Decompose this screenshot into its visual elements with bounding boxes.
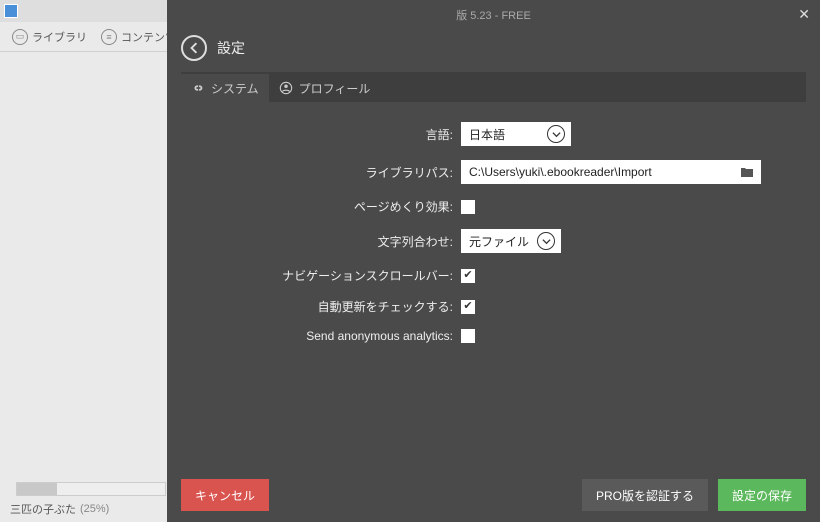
panel-body: 言語 日本語 ライブラリパス C:\Users\yuki\.ebookreade… [181,102,806,422]
toolbar-library-label: ライブラリ [32,29,87,45]
book-icon: ▭ [12,29,28,45]
cancel-label: キャンセル [195,487,255,504]
close-icon[interactable]: ✕ [798,6,810,23]
language-select[interactable]: 日本語 [461,122,571,146]
cancel-button[interactable]: キャンセル [181,479,269,511]
user-icon [279,81,293,95]
footer: キャンセル PRO版を認証する 設定の保存 [167,468,820,522]
label-page-flip: ページめくり効果 [211,198,461,215]
status-bar: 三匹の子ぶた (25%) [0,496,167,522]
overlay-header: 版 5.23 - FREE ✕ [167,0,820,30]
page-flip-checkbox[interactable] [461,200,475,214]
auth-pro-button[interactable]: PRO版を認証する [582,479,708,511]
label-language: 言語 [211,126,461,143]
tab-system[interactable]: システム [181,74,269,102]
chevron-down-icon [547,125,565,143]
save-label: 設定の保存 [732,487,792,504]
language-value: 日本語 [469,126,505,143]
settings-overlay: 版 5.23 - FREE ✕ 設定 システム プロフィール [167,0,820,522]
horizontal-scrollbar[interactable] [16,482,166,496]
nav-scroll-checkbox[interactable] [461,269,475,283]
back-button[interactable] [181,35,207,61]
settings-panel: システム プロフィール 言語 日本語 ライブ [181,72,806,422]
tab-system-label: システム [211,80,259,97]
auth-pro-label: PRO版を認証する [596,487,694,504]
chevron-down-icon [537,232,555,250]
label-analytics: Send anonymous analytics [211,329,461,343]
toolbar-library-button[interactable]: ▭ ライブラリ [6,26,93,48]
link-icon [191,81,205,95]
list-icon: ≡ [101,29,117,45]
label-alignment: 文字列合わせ [211,233,461,250]
tabs: システム プロフィール [181,74,806,102]
library-path-field[interactable]: C:\Users\yuki\.ebookreader\Import [461,160,761,184]
auto-update-checkbox[interactable] [461,300,475,314]
alignment-select[interactable]: 元ファイル [461,229,561,253]
label-auto-update: 自動更新をチェックする [211,298,461,315]
library-path-value: C:\Users\yuki\.ebookreader\Import [469,165,652,179]
status-percent: (25%) [80,503,109,515]
save-button[interactable]: 設定の保存 [718,479,806,511]
status-title: 三匹の子ぶた [10,501,76,517]
tab-profile-label: プロフィール [299,80,371,97]
alignment-value: 元ファイル [469,233,529,250]
app-icon [4,4,18,18]
arrow-left-icon [188,42,200,54]
label-nav-scroll: ナビゲーションスクロールバー [211,267,461,284]
folder-icon [739,165,755,179]
analytics-checkbox[interactable] [461,329,475,343]
version-label: 版 5.23 - FREE [456,7,531,23]
tab-profile[interactable]: プロフィール [269,74,381,102]
overlay-titlebar: 設定 [167,30,820,66]
label-library-path: ライブラリパス [211,164,461,181]
settings-title: 設定 [217,38,245,58]
